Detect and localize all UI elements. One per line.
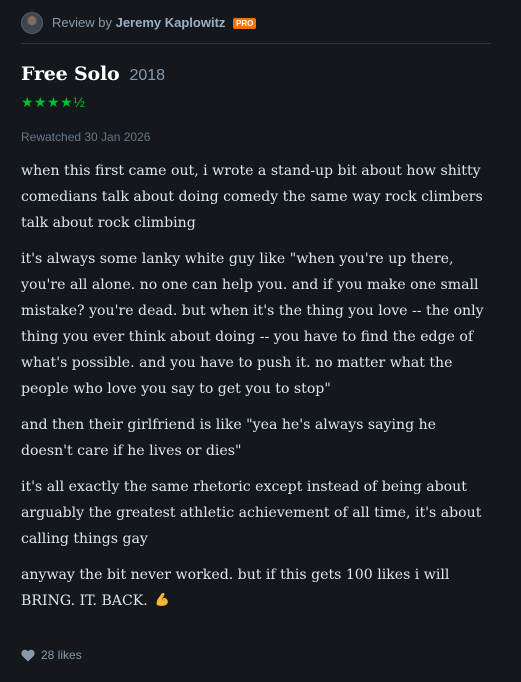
flexed-biceps-icon [156,592,169,606]
rewatched-date: Rewatched 30 Jan 2026 [21,130,151,144]
review-body: when this first came out, i wrote a stan… [21,158,491,614]
review-page: Review by Jeremy Kaplowitz PRO Free Solo… [0,0,521,682]
review-paragraph-last: anyway the bit never worked. but if this… [21,562,491,614]
likes-label: 28 likes [41,648,82,662]
film-year-link[interactable]: 2018 [129,67,165,85]
film-title-link[interactable]: Free Solo [21,63,120,85]
review-paragraph-text: anyway the bit never worked. but if this… [21,567,450,609]
likes-count[interactable]: 28 likes [21,648,82,662]
review-paragraph: when this first came out, i wrote a stan… [21,163,483,231]
heart-icon[interactable] [21,649,35,662]
reviewer-bar: Review by Jeremy Kaplowitz PRO [21,0,491,44]
avatar[interactable] [21,11,43,34]
film-header: Free Solo 2018 [21,63,491,87]
reviewer-name-link[interactable]: Jeremy Kaplowitz [116,15,226,30]
review-by-label: Review by [52,15,112,30]
star-rating: ★★★★½ [21,94,86,110]
pro-badge: PRO [233,18,257,29]
review-by-line: Review by Jeremy Kaplowitz PRO [52,15,257,30]
review-paragraph: and then their girlfriend is like "yea h… [21,417,437,459]
review-paragraph: it's all exactly the same rhetoric excep… [21,479,482,547]
review-paragraph: it's always some lanky white guy like "w… [21,251,484,397]
